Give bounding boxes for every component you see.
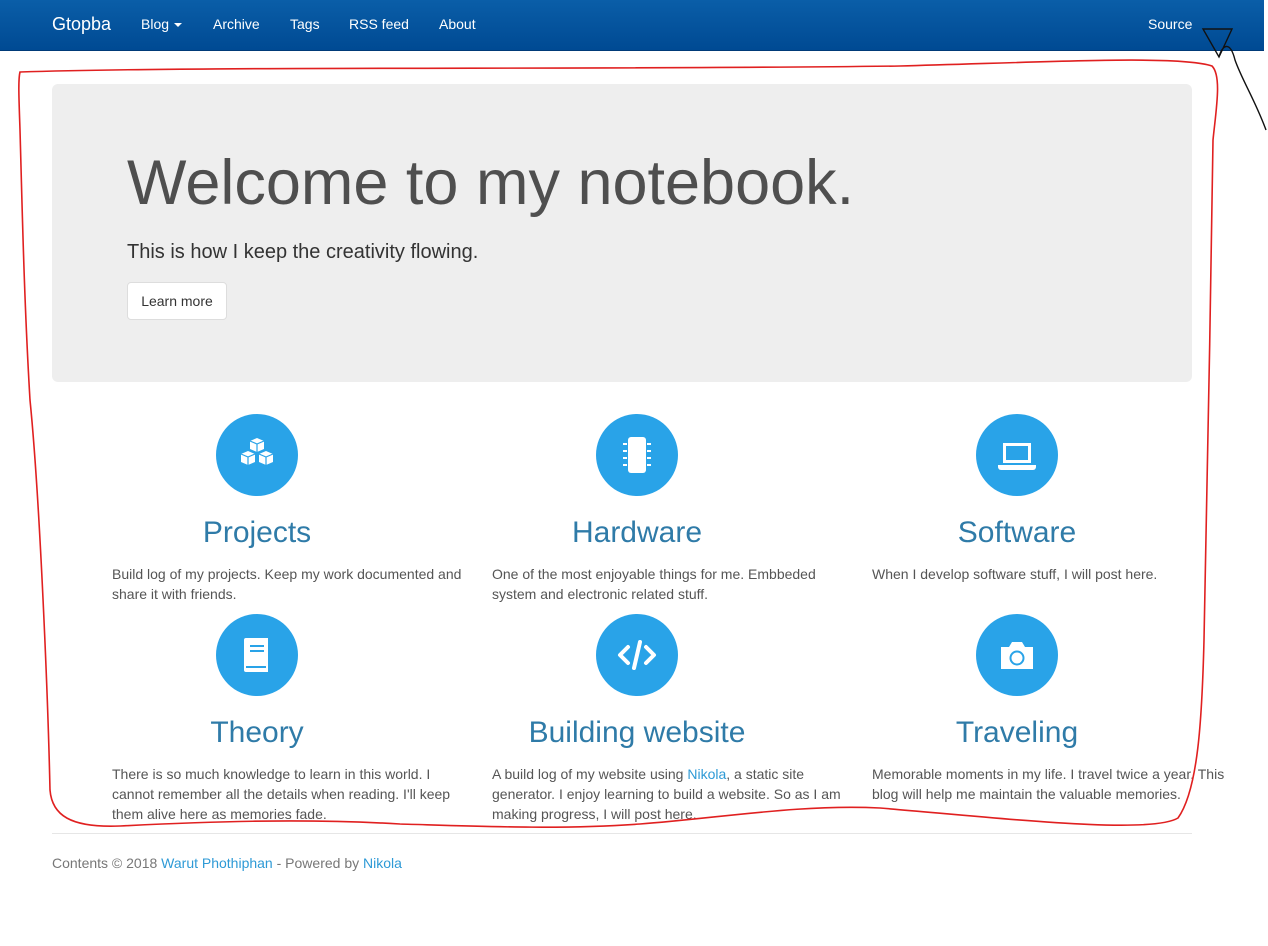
feature-title[interactable]: Traveling — [842, 715, 1192, 751]
code-icon[interactable] — [596, 614, 678, 696]
footer-divider — [52, 833, 1192, 834]
learn-more-button[interactable]: Learn more — [127, 282, 227, 320]
book-icon[interactable] — [216, 614, 298, 696]
feature-text: Memorable moments in my life. I travel t… — [872, 766, 1225, 802]
jumbotron-title: Welcome to my notebook. — [127, 148, 855, 218]
brand-link[interactable]: Gtopba — [52, 14, 111, 35]
laptop-icon[interactable] — [976, 414, 1058, 496]
feature-title[interactable]: Software — [842, 515, 1192, 551]
feature-text: A build log of my website using Nikola, … — [492, 764, 848, 824]
feature-title[interactable]: Building website — [462, 715, 812, 751]
navbar: Gtopba Blog Archive Tags RSS feed About … — [0, 0, 1264, 51]
feature-title[interactable]: Theory — [82, 715, 432, 751]
footer-powered-by: - Powered by — [272, 855, 363, 871]
feature-title[interactable]: Hardware — [462, 515, 812, 551]
footer: Contents © 2018 Warut Phothiphan - Power… — [52, 855, 402, 871]
cubes-icon[interactable] — [216, 414, 298, 496]
camera-icon[interactable] — [976, 614, 1058, 696]
nav-archive[interactable]: Archive — [213, 16, 260, 32]
nav-about[interactable]: About — [439, 16, 476, 32]
nav-blog-dropdown[interactable]: Blog — [141, 16, 183, 32]
jumbotron-lead: This is how I keep the creativity flowin… — [127, 241, 479, 263]
feature-text: One of the most enjoyable things for me.… — [492, 566, 816, 602]
nav-blog-label: Blog — [141, 16, 170, 32]
feature-text-before: A build log of my website using — [492, 766, 688, 782]
microchip-icon[interactable] — [596, 414, 678, 496]
nikola-link[interactable]: Nikola — [687, 766, 726, 782]
nav-rss-feed[interactable]: RSS feed — [349, 16, 409, 32]
nav-tags[interactable]: Tags — [290, 16, 320, 32]
nav-source[interactable]: Source — [1148, 16, 1192, 32]
jumbotron: Welcome to my notebook. This is how I ke… — [52, 84, 1192, 382]
feature-text: Build log of my projects. Keep my work d… — [112, 566, 462, 602]
feature-text: When I develop software stuff, I will po… — [872, 566, 1158, 582]
nikola-footer-link[interactable]: Nikola — [363, 855, 402, 871]
caret-down-icon — [174, 23, 183, 28]
author-link[interactable]: Warut Phothiphan — [161, 855, 273, 871]
feature-text: There is so much knowledge to learn in t… — [112, 766, 451, 822]
footer-copyright: Contents © 2018 — [52, 855, 162, 871]
feature-title[interactable]: Projects — [82, 515, 432, 551]
